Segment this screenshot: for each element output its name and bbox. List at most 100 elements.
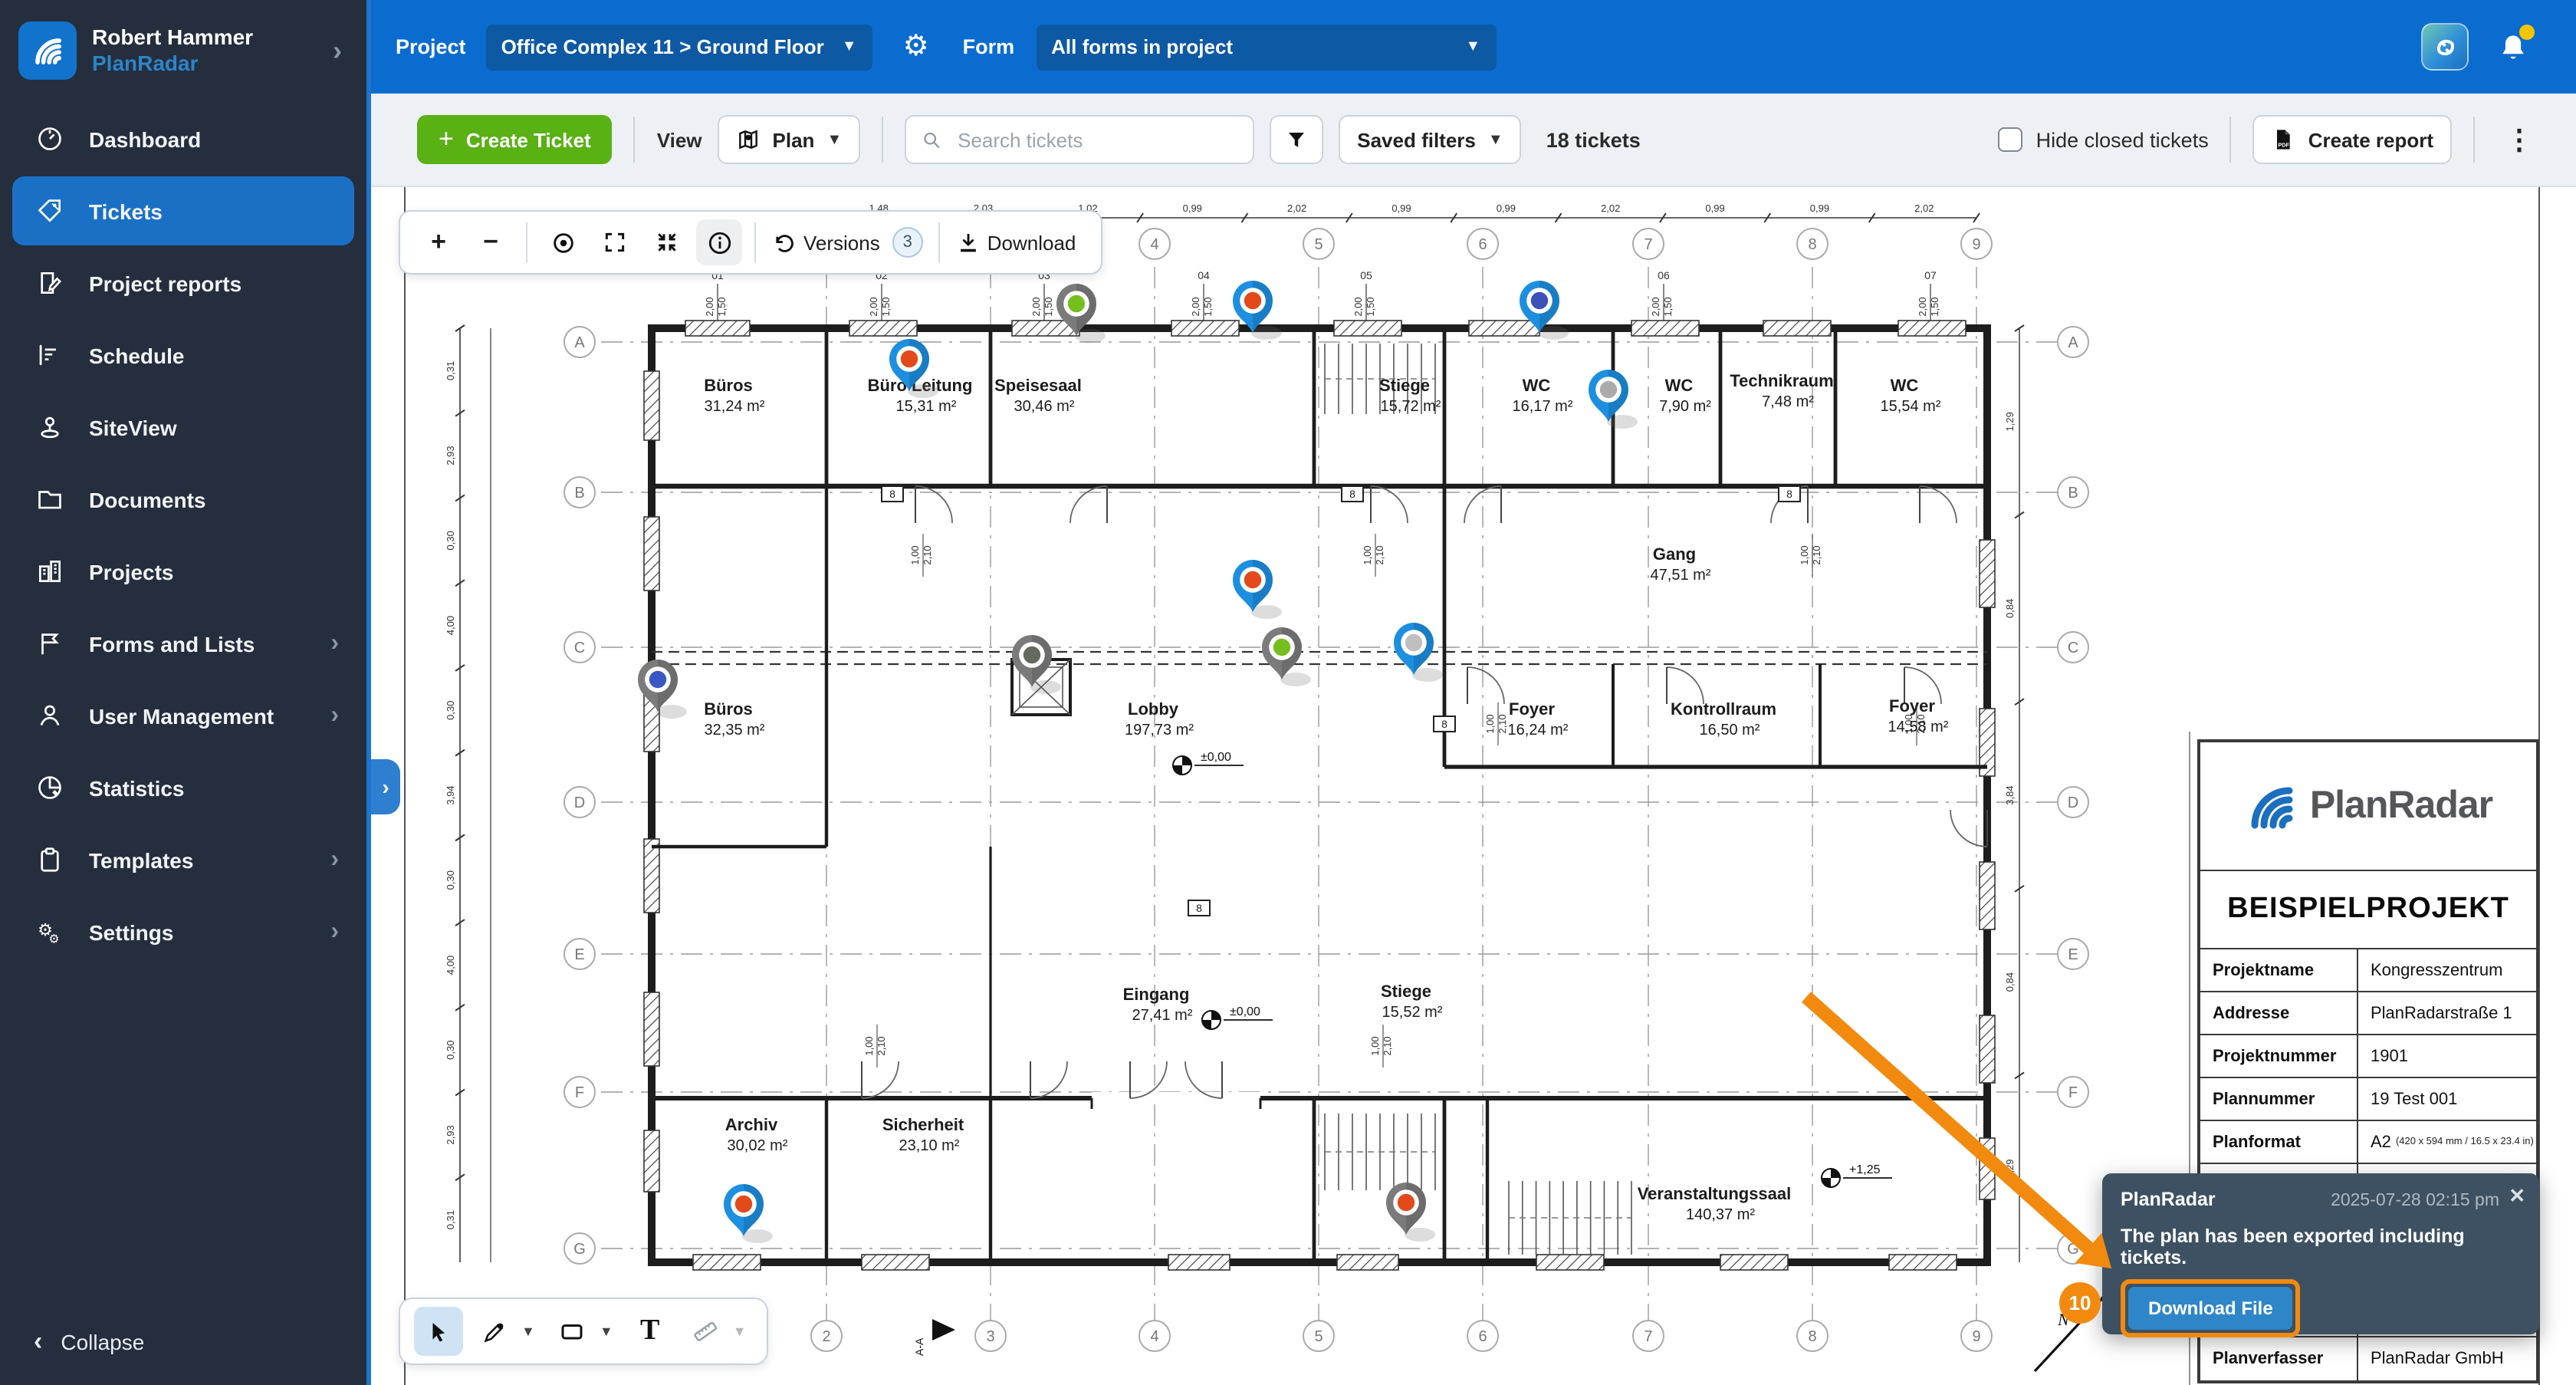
room-label: Kontrollraum16,50 m² xyxy=(1671,699,1776,739)
svg-text:E: E xyxy=(2068,946,2078,963)
project-selector-value: Office Complex 11 > Ground Floor xyxy=(501,35,824,58)
versions-button[interactable]: Versions 3 xyxy=(765,227,929,258)
visibility-eye-button[interactable] xyxy=(540,219,586,265)
sidebar-collapse-button[interactable]: ‹ Collapse xyxy=(0,1299,366,1385)
sidebar-item-projects[interactable]: Projects xyxy=(12,537,354,606)
room-label: Eingang27,41 m² xyxy=(1123,985,1193,1024)
svg-text:5: 5 xyxy=(1314,236,1322,253)
svg-text:1,00: 1,00 xyxy=(909,545,921,564)
ticket-pin[interactable] xyxy=(1233,560,1282,619)
sidebar-item-templates[interactable]: Templates › xyxy=(12,825,354,894)
zoom-out-button[interactable]: − xyxy=(468,219,514,265)
saved-filters-dropdown[interactable]: Saved filters ▼ xyxy=(1339,115,1521,164)
siteview-icon xyxy=(34,412,64,442)
sidebar-item-dashboard[interactable]: Dashboard xyxy=(12,104,354,173)
filter-button[interactable] xyxy=(1270,115,1323,164)
ticket-pin[interactable] xyxy=(1589,370,1638,429)
app-switcher-icon[interactable] xyxy=(2421,23,2469,71)
svg-text:7: 7 xyxy=(1644,1328,1652,1345)
project-settings-gear-icon[interactable]: ⚙ xyxy=(903,32,929,61)
sidebar-item-siteview[interactable]: SiteView xyxy=(12,393,354,462)
annotation-highlight-box: Download File xyxy=(2121,1279,2301,1337)
toast-close-icon[interactable]: ✕ xyxy=(2509,1184,2525,1209)
more-options-kebab-icon[interactable]: ⋮ xyxy=(2496,123,2542,156)
svg-text:8: 8 xyxy=(1349,488,1355,500)
notifications-bell-icon[interactable] xyxy=(2496,30,2530,64)
svg-text:D: D xyxy=(2068,794,2078,811)
sidebar-item-statistics[interactable]: Statistics xyxy=(12,753,354,822)
drawing-toolbar: ▼ ▼ T ▼ xyxy=(399,1298,768,1365)
toast-message: The plan has been exported including tic… xyxy=(2121,1225,2521,1268)
sidebar-expand-handle[interactable]: › xyxy=(371,759,400,814)
svg-text:06: 06 xyxy=(1658,269,1670,281)
measure-tool[interactable] xyxy=(681,1307,730,1356)
tickets-toolbar: + Create Ticket View Plan ▼ Saved filter… xyxy=(371,94,2576,187)
view-mode-dropdown[interactable]: Plan ▼ xyxy=(718,115,861,164)
svg-text:A: A xyxy=(2068,334,2078,351)
svg-text:4: 4 xyxy=(1150,236,1158,253)
plan-info-button[interactable] xyxy=(696,219,742,265)
download-plan-button[interactable]: Download xyxy=(949,229,1089,255)
search-input[interactable] xyxy=(955,127,1237,153)
title-block-row: Planformat A2(420 x 594 mm / 16.5 x 23.4… xyxy=(2200,1121,2536,1164)
workspace-switcher[interactable]: Robert Hammer PlanRadar › xyxy=(0,0,366,95)
fullscreen-button[interactable] xyxy=(592,219,638,265)
zoom-in-button[interactable]: + xyxy=(416,219,462,265)
title-block-row-value: Kongresszentrum xyxy=(2358,949,2536,991)
sidebar-item-label: Documents xyxy=(89,487,339,512)
create-ticket-button[interactable]: + Create Ticket xyxy=(417,115,613,164)
pen-tool[interactable] xyxy=(469,1307,518,1356)
svg-text:Lobby: Lobby xyxy=(1128,699,1179,719)
ticket-pin[interactable] xyxy=(724,1184,773,1243)
svg-text:0,99: 0,99 xyxy=(1183,202,1202,214)
form-selector[interactable]: All forms in project ▼ xyxy=(1036,24,1496,70)
svg-text:Technikraum: Technikraum xyxy=(1730,371,1833,390)
measure-tool-caret[interactable]: ▼ xyxy=(733,1324,747,1339)
title-block-row: Projektnummer 1901 xyxy=(2200,1035,2536,1078)
sidebar-item-schedule[interactable]: Schedule xyxy=(12,321,354,390)
sidebar-item-documents[interactable]: Documents xyxy=(12,465,354,534)
download-file-button[interactable]: Download File xyxy=(2128,1287,2293,1330)
room-label: Foyer16,24 m² xyxy=(1508,699,1569,739)
svg-text:16,50 m²: 16,50 m² xyxy=(1700,722,1760,739)
svg-text:A-A: A-A xyxy=(913,1337,925,1356)
ticket-pin[interactable] xyxy=(1262,627,1311,686)
sidebar-item-project-reports[interactable]: Project reports xyxy=(12,248,354,317)
svg-text:140,37 m²: 140,37 m² xyxy=(1686,1206,1755,1223)
toast-app-name: PlanRadar xyxy=(2121,1189,2216,1210)
clipboard-icon xyxy=(34,844,64,875)
svg-text:2,93: 2,93 xyxy=(445,446,456,465)
project-selector[interactable]: Office Complex 11 > Ground Floor ▼ xyxy=(486,24,872,70)
plan-canvas-area[interactable]: 1,482,031,020,992,020,990,992,020,990,99… xyxy=(371,187,2576,1385)
room-label: Technikraum7,48 m² xyxy=(1730,371,1833,410)
svg-text:1,29: 1,29 xyxy=(2004,412,2016,431)
sidebar-item-forms-and-lists[interactable]: Forms and Lists › xyxy=(12,609,354,678)
select-cursor-tool[interactable] xyxy=(414,1307,463,1356)
sidebar-item-tickets[interactable]: Tickets xyxy=(12,176,354,245)
download-icon xyxy=(955,229,981,255)
svg-text:4,00: 4,00 xyxy=(445,616,456,635)
ticket-count: 18 tickets xyxy=(1546,128,1641,151)
chevron-right-icon: › xyxy=(330,846,339,873)
pdf-file-icon: PDF xyxy=(2272,127,2296,152)
text-tool[interactable]: T xyxy=(626,1307,675,1356)
sidebar-item-settings[interactable]: ⚙⚙ Settings › xyxy=(12,897,354,966)
create-report-button[interactable]: PDF Create report xyxy=(2253,115,2452,164)
fit-to-screen-button[interactable] xyxy=(644,219,690,265)
caret-down-icon: ▼ xyxy=(826,131,842,148)
sidebar-item-user-management[interactable]: User Management › xyxy=(12,681,354,750)
create-ticket-label: Create Ticket xyxy=(466,128,591,151)
shape-tool-caret[interactable]: ▼ xyxy=(600,1324,613,1339)
pen-tool-caret[interactable]: ▼ xyxy=(521,1324,535,1339)
svg-text:3: 3 xyxy=(986,1328,994,1345)
shape-tool[interactable] xyxy=(547,1307,596,1356)
svg-text:8: 8 xyxy=(1196,902,1202,914)
plus-icon: + xyxy=(439,124,454,155)
sidebar-nav: Dashboard Tickets Project reports Schedu… xyxy=(0,104,366,966)
ticket-pin[interactable] xyxy=(1386,1183,1435,1242)
funnel-icon xyxy=(1285,128,1308,151)
svg-text:0,84: 0,84 xyxy=(2004,599,2016,618)
hide-closed-tickets-checkbox[interactable]: Hide closed tickets xyxy=(1998,127,2209,152)
svg-text:G: G xyxy=(2067,1241,2079,1258)
room-label: Büros31,24 m² xyxy=(704,376,765,415)
